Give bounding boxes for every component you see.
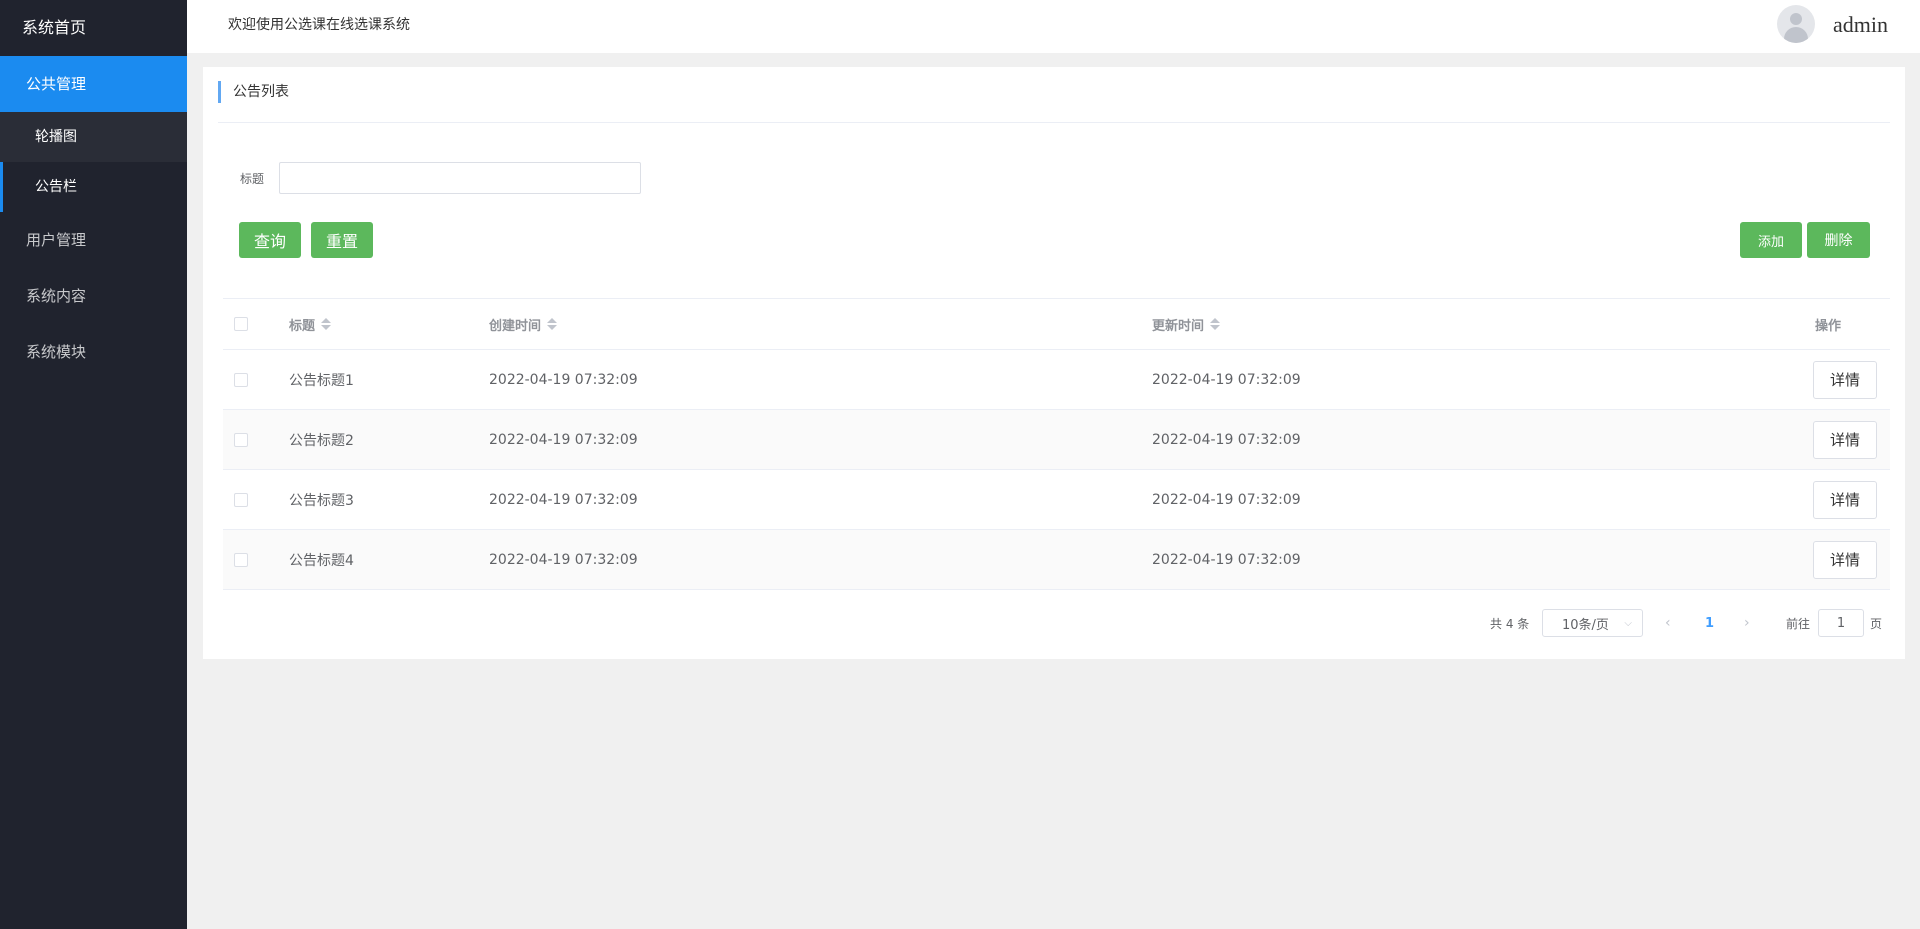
search-title-input[interactable] (279, 162, 641, 194)
cell-title: 公告标题2 (289, 432, 354, 449)
avatar[interactable] (1777, 5, 1815, 43)
goto-label: 前往 (1786, 616, 1811, 631)
search-title-label: 标题 (240, 172, 265, 186)
cell-actions: 详情 (1813, 470, 1877, 529)
sidebar-item-user-management[interactable]: 用户管理 (0, 212, 187, 268)
cell-actions: 详情 (1813, 530, 1877, 589)
row-checkbox-cell (234, 350, 248, 409)
column-created-label: 创建时间 (489, 318, 542, 334)
sidebar-item-home[interactable]: 系统首页 (0, 0, 187, 56)
row-checkbox[interactable] (234, 552, 248, 567)
page-size-select[interactable]: 10条/页 ⌵ (1542, 609, 1643, 637)
row-checkbox-cell (234, 410, 248, 469)
cell-created: 2022-04-19 07:32:09 (489, 551, 638, 568)
cell-created: 2022-04-19 07:32:09 (489, 371, 638, 388)
sidebar-item-public-management[interactable]: 公共管理 (0, 56, 187, 112)
table-row: 公告标题2 2022-04-19 07:32:09 2022-04-19 07:… (223, 410, 1890, 470)
sort-icon[interactable] (1210, 317, 1221, 331)
detail-button[interactable]: 详情 (1813, 480, 1877, 519)
avatar-head-shape (1790, 13, 1802, 25)
next-page-icon[interactable]: › (1744, 609, 1750, 637)
page-number-current[interactable]: 1 (1705, 609, 1714, 637)
cell-updated: 2022-04-19 07:32:09 (1152, 431, 1301, 448)
cell-title: 公告标题3 (289, 492, 354, 509)
column-actions: 操作 (1815, 318, 1842, 334)
detail-button[interactable]: 详情 (1813, 360, 1877, 399)
row-checkbox-cell (234, 530, 248, 589)
column-updated-label: 更新时间 (1152, 318, 1205, 334)
query-button[interactable]: 查询 (239, 222, 301, 258)
row-checkbox[interactable] (234, 432, 248, 447)
detail-button[interactable]: 详情 (1813, 420, 1877, 459)
row-checkbox-cell (234, 470, 248, 529)
notice-table: 标题 创建时间 更新时间 操作 公告标题1 2022-04-19 07:32:0… (223, 298, 1890, 590)
reset-button[interactable]: 重置 (311, 222, 373, 258)
sidebar-subitem-notice[interactable]: 公告栏 (0, 162, 187, 212)
sidebar-item-system-module[interactable]: 系统模块 (0, 324, 187, 380)
username[interactable]: admin (1833, 0, 1888, 50)
goto-page-input[interactable] (1818, 609, 1864, 637)
page-size-value: 10条/页 (1562, 617, 1609, 633)
welcome-text: 欢迎使用公选课在线选课系统 (228, 17, 410, 33)
cell-created: 2022-04-19 07:32:09 (489, 431, 638, 448)
page-suffix-label: 页 (1870, 616, 1883, 631)
select-all-checkbox[interactable] (234, 317, 248, 331)
cell-title: 公告标题4 (289, 552, 354, 569)
avatar-body-shape (1784, 27, 1808, 43)
column-updated[interactable]: 更新时间 (1152, 299, 1221, 349)
column-title[interactable]: 标题 (289, 299, 332, 349)
column-title-label: 标题 (289, 318, 316, 334)
sidebar: 系统首页 公共管理 轮播图 公告栏 用户管理 系统内容 系统模块 (0, 0, 187, 929)
add-button[interactable]: 添加 (1740, 222, 1802, 258)
header-checkbox-cell (234, 299, 248, 349)
cell-updated: 2022-04-19 07:32:09 (1152, 371, 1301, 388)
chevron-down-icon: ⌵ (1624, 617, 1632, 629)
panel-title: 公告列表 (218, 81, 289, 103)
cell-updated: 2022-04-19 07:32:09 (1152, 551, 1301, 568)
pagination-total: 共 4 条 (1490, 616, 1530, 631)
sidebar-subitem-carousel[interactable]: 轮播图 (0, 112, 187, 162)
top-header: 欢迎使用公选课在线选课系统 admin (187, 0, 1920, 53)
delete-button[interactable]: 删除 (1807, 222, 1870, 258)
panel-divider (218, 122, 1890, 123)
table-row: 公告标题1 2022-04-19 07:32:09 2022-04-19 07:… (223, 350, 1890, 410)
notice-list-panel: 公告列表 标题 查询 重置 添加 删除 标题 创建时间 更新时间 操作 公告标题… (203, 67, 1905, 659)
sort-icon[interactable] (321, 317, 332, 331)
cell-created: 2022-04-19 07:32:09 (489, 491, 638, 508)
table-row: 公告标题3 2022-04-19 07:32:09 2022-04-19 07:… (223, 470, 1890, 530)
sidebar-item-system-content[interactable]: 系统内容 (0, 268, 187, 324)
cell-updated: 2022-04-19 07:32:09 (1152, 491, 1301, 508)
column-created[interactable]: 创建时间 (489, 299, 558, 349)
row-checkbox[interactable] (234, 492, 248, 507)
sort-icon[interactable] (547, 317, 558, 331)
cell-title: 公告标题1 (289, 372, 354, 389)
cell-actions: 详情 (1813, 350, 1877, 409)
cell-actions: 详情 (1813, 410, 1877, 469)
row-checkbox[interactable] (234, 372, 248, 387)
table-header: 标题 创建时间 更新时间 操作 (223, 298, 1890, 350)
prev-page-icon[interactable]: ‹ (1665, 609, 1671, 637)
table-row: 公告标题4 2022-04-19 07:32:09 2022-04-19 07:… (223, 530, 1890, 590)
detail-button[interactable]: 详情 (1813, 540, 1877, 579)
